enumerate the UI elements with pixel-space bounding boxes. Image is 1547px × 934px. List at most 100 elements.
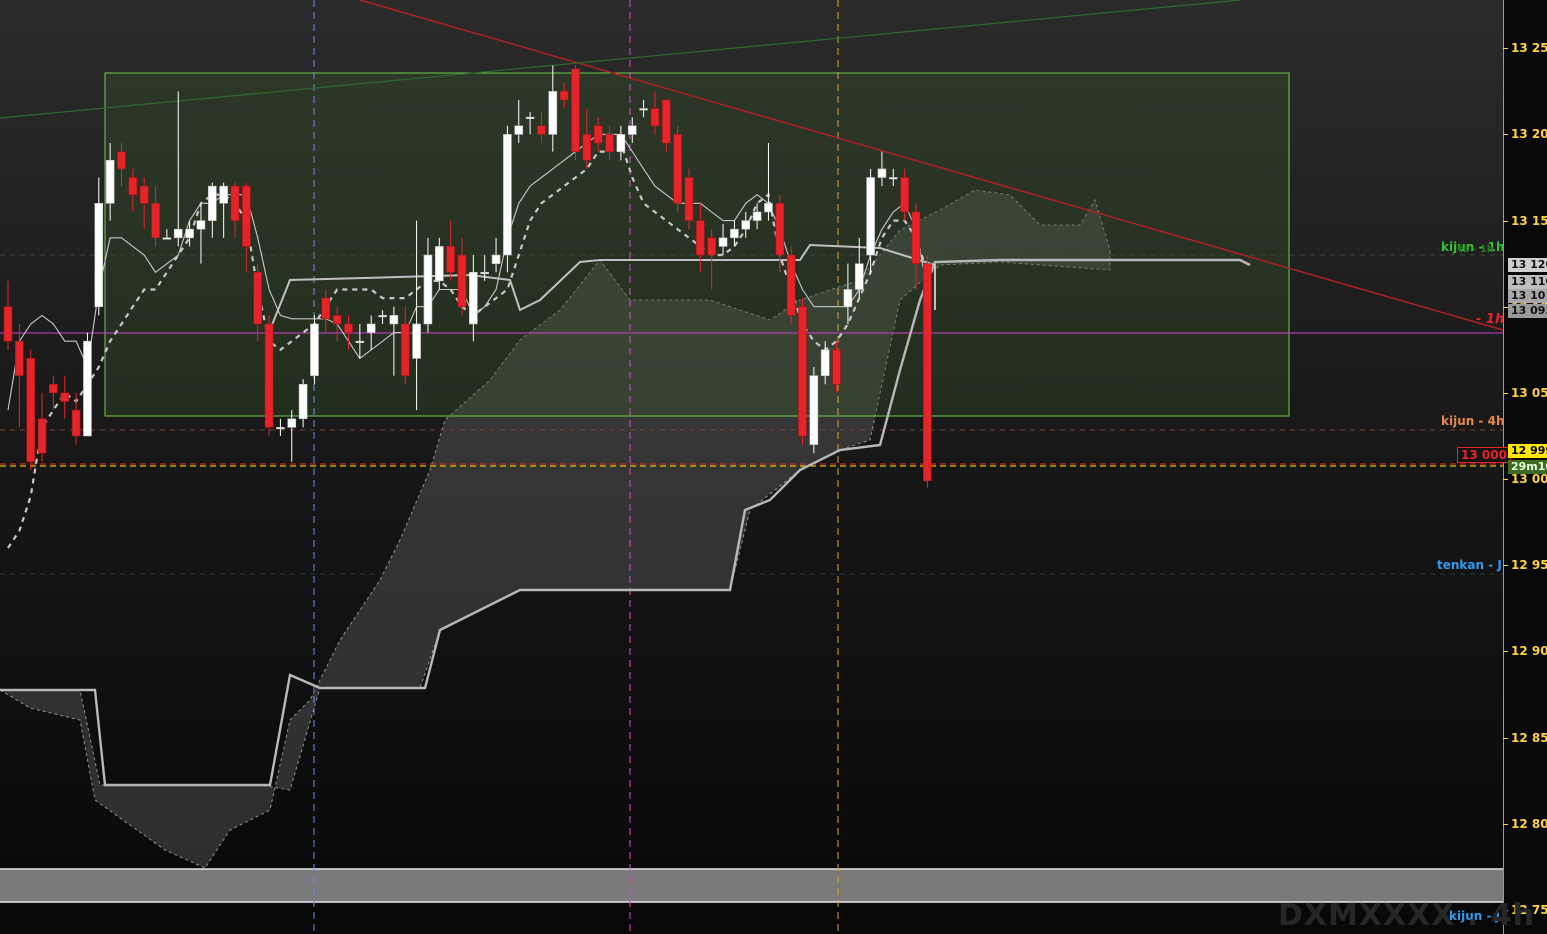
candle-body-51 — [582, 134, 592, 161]
candle-body-35 — [400, 323, 410, 376]
candle-body-31 — [355, 340, 365, 344]
instrument-watermark: DXMXXXX . 4h — [1278, 898, 1535, 933]
candle-body-21 — [242, 185, 251, 247]
candle-body-25 — [287, 418, 297, 428]
candle-body-81 — [923, 263, 932, 482]
candle-body-23 — [264, 323, 274, 428]
tenkan-j-label: tenkan - J — [1437, 558, 1502, 572]
y-tick-mark — [1503, 651, 1508, 653]
y-tick-label: 13 200 — [1511, 127, 1547, 142]
candle-body-13 — [151, 203, 160, 239]
candle-body-72 — [820, 349, 830, 376]
candle-body-3 — [37, 418, 47, 454]
candle-body-80 — [911, 211, 921, 264]
price-box-0: 13 120 — [1508, 258, 1547, 272]
y-tick-label: 13 050 — [1511, 385, 1547, 400]
candle-body-46 — [525, 116, 535, 119]
chart-area[interactable]: 13 25013 20013 15013 10013 05013 00012 9… — [0, 0, 1547, 934]
candle-body-74 — [843, 289, 853, 308]
y-tick-mark — [1503, 134, 1508, 136]
candle-body-47 — [537, 125, 546, 135]
level-13000-tag: 13 000 — [1457, 447, 1511, 463]
y-tick-label: 13 150 — [1511, 213, 1547, 228]
candle-body-36 — [412, 323, 421, 359]
candle-body-30 — [344, 323, 353, 333]
candle-body-37 — [423, 254, 433, 325]
candle-body-33 — [378, 315, 387, 318]
candle-body-5 — [60, 392, 70, 402]
price-chart-svg[interactable] — [0, 0, 1547, 934]
candle-body-45 — [514, 125, 524, 135]
price-box-2: 13 101 — [1508, 289, 1547, 303]
candle-body-78 — [888, 177, 898, 180]
candle-body-7 — [83, 340, 92, 437]
candle-body-16 — [185, 228, 194, 239]
price-box-5: 29m10 — [1508, 460, 1547, 474]
candle-body-59 — [673, 134, 682, 204]
candle-body-0 — [3, 306, 13, 342]
candle-body-68 — [775, 203, 785, 256]
candle-body-29 — [332, 315, 342, 325]
candle-body-57 — [650, 108, 660, 127]
candle-body-48 — [548, 91, 558, 135]
y-tick-label: 12 900 — [1511, 644, 1547, 659]
candle-body-61 — [696, 220, 705, 256]
y-tick-mark — [1503, 48, 1508, 50]
y-tick-label: 13 250 — [1511, 41, 1547, 56]
candle-body-18 — [208, 185, 217, 221]
price-box-1: 13 110 — [1508, 275, 1547, 289]
candle-body-77 — [877, 168, 887, 178]
candle-body-17 — [196, 220, 206, 230]
candle-body-67 — [764, 203, 773, 213]
y-tick-label: 12 800 — [1511, 816, 1547, 831]
candle-body-53 — [605, 134, 614, 152]
candle-body-56 — [639, 108, 648, 111]
ts-1h-label: ts - 1h — [1458, 244, 1494, 255]
candle-body-22 — [253, 271, 262, 325]
candle-body-79 — [900, 177, 909, 213]
candle-body-9 — [105, 159, 115, 204]
candle-body-20 — [230, 185, 240, 221]
candle-body-2 — [26, 358, 36, 463]
candle-body-63 — [718, 237, 728, 247]
price-box-3: 13 093 — [1508, 304, 1547, 318]
candle-body-52 — [593, 125, 603, 144]
candle-body-6 — [71, 409, 81, 437]
y-tick-label: 12 950 — [1511, 558, 1547, 573]
kijun-4h-label: kijun - 4h — [1441, 414, 1505, 428]
candle-body-76 — [866, 177, 875, 256]
candle-body-42 — [480, 271, 490, 275]
y-tick-mark — [1503, 220, 1508, 222]
y-tick-mark — [1503, 392, 1508, 394]
y-tick-mark — [1503, 479, 1508, 481]
y-tick-mark — [1503, 565, 1508, 567]
candle-body-62 — [707, 237, 717, 256]
candle-body-4 — [49, 383, 58, 394]
candle-body-41 — [469, 271, 478, 325]
candle-body-66 — [752, 211, 762, 221]
candle-body-44 — [503, 134, 512, 256]
candle-body-69 — [786, 254, 796, 316]
candle-body-55 — [627, 125, 637, 135]
candle-body-1 — [15, 340, 24, 376]
candle-body-19 — [219, 185, 228, 204]
candle-body-43 — [491, 254, 501, 264]
y-tick-label: 12 850 — [1511, 730, 1547, 745]
candle-body-27 — [310, 323, 319, 376]
minus-1h-label: - 1h — [1476, 312, 1505, 327]
candle-body-24 — [276, 427, 285, 430]
candle-body-73 — [832, 349, 841, 385]
candle-body-54 — [616, 134, 626, 152]
y-tick-label: 13 000 — [1511, 472, 1547, 487]
candle-body-40 — [457, 254, 467, 308]
candle-body-64 — [730, 228, 739, 239]
candle-body-39 — [446, 246, 455, 273]
candle-body-70 — [798, 306, 807, 437]
candle-body-12 — [139, 185, 149, 204]
price-box-4: 12 999 — [1508, 444, 1547, 458]
candle-body-58 — [661, 99, 671, 144]
candle-body-65 — [741, 220, 751, 230]
candle-body-38 — [434, 246, 444, 282]
candle-body-10 — [117, 151, 126, 170]
y-tick-mark — [1503, 823, 1508, 825]
